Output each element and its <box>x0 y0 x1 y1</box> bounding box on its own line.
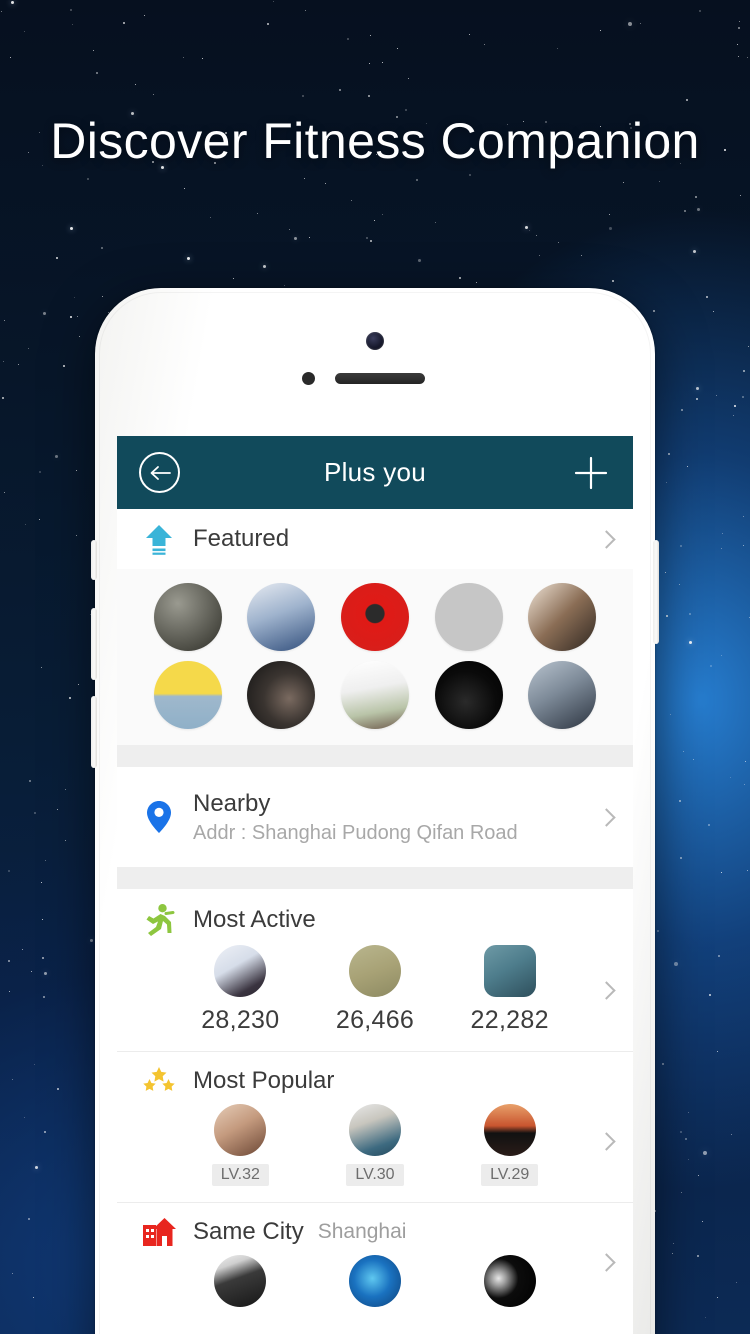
same-city-items <box>117 1249 633 1317</box>
active-count: 26,466 <box>335 1006 415 1034</box>
most-popular-header[interactable]: Most Popular <box>117 1052 633 1098</box>
list-item[interactable]: 26,466 <box>336 945 414 1035</box>
same-city-header[interactable]: Same City Shanghai <box>117 1203 633 1249</box>
poster-stage: Discover Fitness Companion Plus you Feat… <box>0 0 750 1334</box>
avatar[interactable] <box>247 661 316 729</box>
plus-icon <box>574 456 607 489</box>
featured-icon-wrap <box>139 523 179 555</box>
avatar[interactable] <box>153 583 222 651</box>
location-pin-icon <box>147 801 171 833</box>
phone-mockup: Plus you Featured Nearby Addr: Shanghai… <box>91 288 659 1334</box>
front-camera-icon <box>366 332 384 350</box>
list-item[interactable]: 22,282 <box>471 945 549 1035</box>
silent-switch[interactable] <box>91 540 97 580</box>
same-city-section: Same City Shanghai <box>117 1203 633 1323</box>
featured-label: Featured <box>193 525 290 552</box>
list-item[interactable]: LV.29 <box>481 1104 539 1186</box>
nearby-address: Addr : Shanghai Pudong Qifan Road <box>193 821 518 844</box>
same-city-icon-wrap <box>139 1217 179 1247</box>
app-header: Plus you <box>117 436 633 509</box>
list-item[interactable] <box>483 1255 536 1307</box>
chevron-right-icon[interactable] <box>600 530 611 548</box>
featured-avatar-grid <box>117 569 633 745</box>
chevron-right-icon[interactable] <box>600 1253 611 1271</box>
active-count: 22,282 <box>470 1006 549 1034</box>
proximity-sensor-icon <box>302 372 315 385</box>
running-person-icon <box>146 904 175 936</box>
power-button[interactable] <box>653 540 659 644</box>
avatar[interactable] <box>434 661 503 729</box>
most-popular-icon-wrap <box>139 1066 179 1096</box>
avatar[interactable] <box>483 945 536 997</box>
most-active-items: 28,230 26,466 22,282 <box>117 939 633 1045</box>
nearby-label: Nearby <box>193 789 271 817</box>
featured-row[interactable]: Featured <box>117 509 633 569</box>
most-active-label: Most Active <box>193 906 316 933</box>
list-item[interactable] <box>214 1255 267 1307</box>
avatar[interactable] <box>348 1104 401 1156</box>
earpiece-speaker <box>335 373 425 384</box>
avatar[interactable] <box>214 1104 267 1156</box>
most-popular-items: LV.32 LV.30 LV.29 <box>117 1098 633 1196</box>
chevron-right-icon[interactable] <box>600 1132 611 1150</box>
most-popular-section: Most Popular LV.32 LV.30 LV.29 <box>117 1052 633 1202</box>
avatar[interactable] <box>340 661 409 729</box>
avatar[interactable] <box>528 583 597 651</box>
three-stars-icon <box>143 1067 175 1091</box>
chevron-right-icon[interactable] <box>600 808 611 826</box>
nearby-icon-wrap <box>139 800 179 834</box>
arrow-left-circle-icon <box>150 465 171 480</box>
same-city-city: Shanghai <box>317 1220 407 1243</box>
back-button[interactable] <box>139 452 180 493</box>
phone-screen: Plus you Featured Nearby Addr: Shanghai… <box>117 436 633 1334</box>
chevron-right-icon[interactable] <box>600 981 611 999</box>
upload-arrow-icon <box>146 525 172 555</box>
avatar[interactable] <box>340 583 409 651</box>
most-active-icon-wrap <box>139 903 179 937</box>
volume-up-button[interactable] <box>91 608 97 680</box>
add-button[interactable] <box>570 452 611 493</box>
page-title: Discover Fitness Companion <box>50 113 700 169</box>
avatar[interactable] <box>434 583 503 651</box>
list-item[interactable]: LV.30 <box>346 1104 404 1186</box>
house-buildings-icon <box>143 1218 176 1246</box>
app-title: Plus you <box>323 457 427 487</box>
list-item[interactable]: LV.32 <box>211 1104 269 1186</box>
volume-down-button[interactable] <box>91 696 97 768</box>
nearby-text: Nearby Addr : Shanghai Pudong Qifan Road <box>179 790 518 845</box>
avatar[interactable] <box>348 945 401 997</box>
list-item[interactable] <box>348 1255 401 1307</box>
most-active-header[interactable]: Most Active <box>117 889 633 939</box>
section-divider <box>117 867 633 889</box>
avatar[interactable] <box>528 661 597 729</box>
avatar[interactable] <box>153 661 222 729</box>
list-item[interactable]: 28,230 <box>201 945 279 1035</box>
same-city-label: Same City <box>193 1218 304 1245</box>
level-badge: LV.30 <box>346 1164 404 1186</box>
active-count: 28,230 <box>201 1006 280 1034</box>
avatar[interactable] <box>483 1104 536 1156</box>
level-badge: LV.32 <box>211 1164 269 1186</box>
most-active-section: Most Active 28,230 26,466 22,282 <box>117 889 633 1051</box>
avatar[interactable] <box>483 1255 536 1307</box>
avatar[interactable] <box>214 1255 267 1307</box>
level-badge: LV.29 <box>481 1164 539 1186</box>
section-divider <box>117 745 633 767</box>
avatar[interactable] <box>348 1255 401 1307</box>
most-popular-label: Most Popular <box>193 1067 335 1094</box>
avatar[interactable] <box>247 583 316 651</box>
avatar[interactable] <box>214 945 267 997</box>
nearby-row[interactable]: Nearby Addr : Shanghai Pudong Qifan Road <box>117 767 633 867</box>
